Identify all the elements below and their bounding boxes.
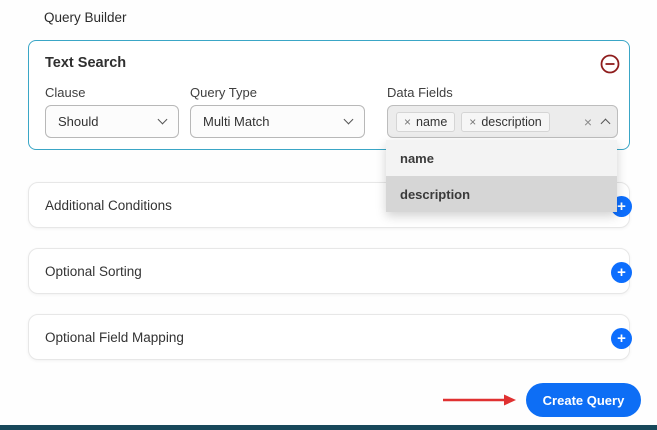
optional-field-mapping-label: Optional Field Mapping — [45, 330, 184, 345]
create-query-button[interactable]: Create Query — [526, 383, 641, 417]
plus-icon: + — [617, 265, 626, 280]
plus-icon: + — [617, 199, 626, 214]
text-search-title: Text Search — [45, 55, 126, 71]
data-fields-dropdown-menu: name description — [386, 140, 617, 212]
clause-select[interactable]: Should — [45, 105, 179, 138]
option-name[interactable]: name — [386, 140, 617, 176]
add-sorting-button[interactable]: + — [611, 262, 632, 283]
clause-label: Clause — [45, 85, 85, 100]
clear-all-icon[interactable]: × — [584, 114, 592, 130]
tag-label: description — [481, 115, 541, 129]
tag-remove-icon[interactable]: × — [404, 116, 411, 128]
remove-text-search-button[interactable] — [600, 54, 620, 74]
additional-conditions-label: Additional Conditions — [45, 198, 172, 213]
optional-sorting-card: Optional Sorting + — [28, 248, 630, 294]
data-field-tag: × name — [396, 112, 455, 132]
option-description[interactable]: description — [386, 176, 617, 212]
plus-icon: + — [617, 331, 626, 346]
multiselect-controls: × — [584, 114, 609, 130]
add-field-mapping-button[interactable]: + — [611, 328, 632, 349]
minus-circle-icon — [600, 54, 620, 74]
chevron-up-icon[interactable] — [601, 119, 611, 129]
data-field-tag: × description — [461, 112, 549, 132]
query-type-label: Query Type — [190, 85, 257, 100]
bottom-divider — [0, 425, 657, 430]
tag-remove-icon[interactable]: × — [469, 116, 476, 128]
chevron-down-icon — [158, 115, 168, 125]
page-title: Query Builder — [44, 10, 127, 25]
query-builder-page: Query Builder Text Search Clause Query T… — [0, 0, 657, 430]
clause-select-value: Should — [58, 114, 98, 129]
tag-label: name — [416, 115, 447, 129]
data-fields-label: Data Fields — [387, 85, 453, 100]
text-search-panel: Text Search Clause Query Type Data Field… — [28, 40, 630, 150]
chevron-down-icon — [344, 115, 354, 125]
data-fields-multiselect[interactable]: × name × description × — [387, 105, 618, 138]
pointer-arrow — [440, 390, 520, 410]
optional-field-mapping-card: Optional Field Mapping + — [28, 314, 630, 360]
query-type-select[interactable]: Multi Match — [190, 105, 365, 138]
optional-sorting-label: Optional Sorting — [45, 264, 142, 279]
query-type-select-value: Multi Match — [203, 114, 269, 129]
